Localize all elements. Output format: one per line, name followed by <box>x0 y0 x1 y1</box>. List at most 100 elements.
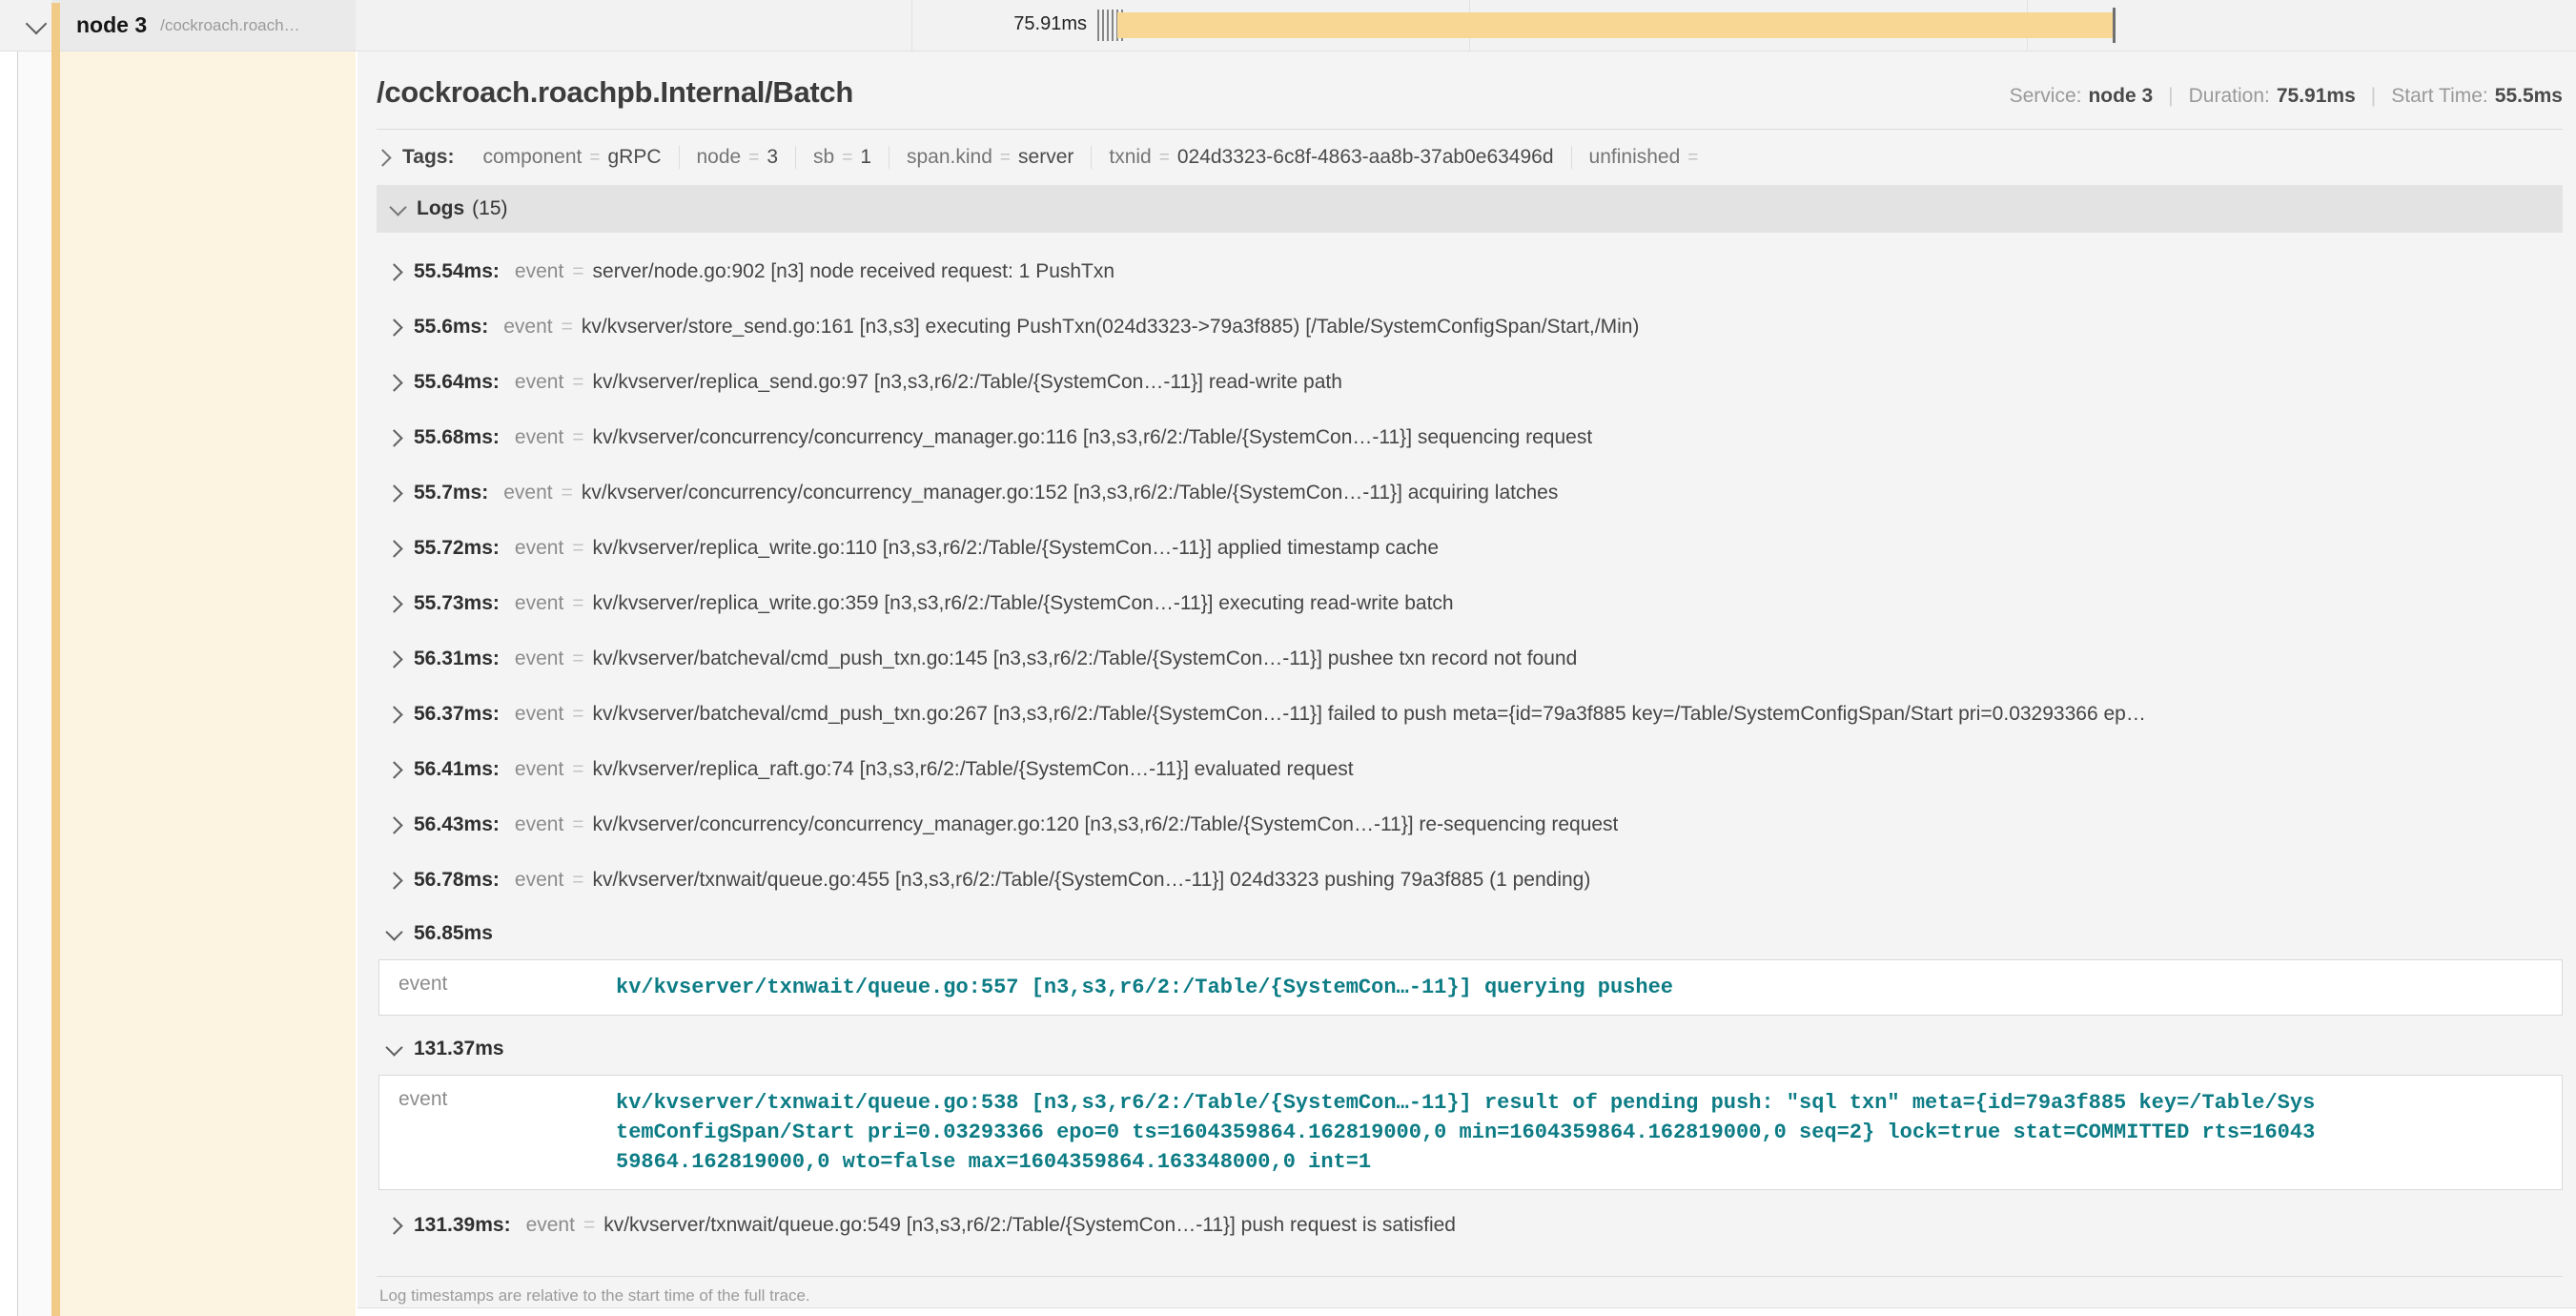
log-message: kv/kvserver/replica_write.go:110 [n3,s3,… <box>593 537 1440 560</box>
equals-sign: = <box>1687 148 1698 169</box>
tag-value: gRPC <box>607 146 661 169</box>
tag-key: unfinished <box>1589 146 1681 169</box>
span-service-name: node 3 <box>76 12 147 38</box>
tag-value: 3 <box>767 146 778 169</box>
tags-section-toggle[interactable]: Tags: component=gRPCnode=3sb=1span.kind=… <box>377 130 2563 179</box>
log-field-key: event <box>503 316 552 339</box>
chevron-right-icon[interactable] <box>385 429 402 446</box>
log-entry-expanded-toggle[interactable]: 131.37ms <box>377 1023 2563 1075</box>
logs-footer-note: Log timestamps are relative to the start… <box>377 1276 2563 1306</box>
log-entry-row[interactable]: 56.37ms:event=kv/kvserver/batcheval/cmd_… <box>377 687 2563 742</box>
tag-item: txnid=024d3323-6c8f-4863-aa8b-37ab0e6349… <box>1091 146 1570 169</box>
chevron-right-icon[interactable] <box>385 816 402 833</box>
log-entry-row[interactable]: 56.31ms:event=kv/kvserver/batcheval/cmd_… <box>377 631 2563 687</box>
chevron-down-icon[interactable] <box>385 923 402 940</box>
log-entry-expanded-toggle[interactable]: 56.85ms <box>377 908 2563 959</box>
log-message: kv/kvserver/store_send.go:161 [n3,s3] ex… <box>582 316 1640 339</box>
log-message: kv/kvserver/concurrency/concurrency_mana… <box>593 813 1619 836</box>
chevron-right-icon[interactable] <box>385 872 402 889</box>
log-timestamp: 55.64ms: <box>414 371 500 394</box>
log-message: kv/kvserver/concurrency/concurrency_mana… <box>582 482 1558 504</box>
tags-list: component=gRPCnode=3sb=1span.kind=server… <box>465 146 1723 169</box>
log-timestamp: 56.37ms: <box>414 703 500 726</box>
log-field-key: event <box>526 1214 575 1237</box>
equals-sign: = <box>572 813 583 836</box>
timeline-gridline <box>911 0 912 51</box>
chevron-right-icon[interactable] <box>385 484 402 502</box>
meta-divider: | <box>2371 85 2376 108</box>
log-entry-row[interactable]: 55.54ms:event=server/node.go:902 [n3] no… <box>377 244 2563 299</box>
collapse-span-chevron-icon[interactable] <box>26 13 48 35</box>
log-message: kv/kvserver/txnwait/queue.go:549 [n3,s3,… <box>603 1214 1456 1237</box>
log-field-key: event <box>515 813 563 836</box>
logs-count: (15) <box>472 197 507 220</box>
log-entry-row[interactable]: 56.41ms:event=kv/kvserver/replica_raft.g… <box>377 742 2563 797</box>
log-timestamp: 56.43ms: <box>414 813 500 836</box>
log-timestamp: 55.7ms: <box>414 482 488 504</box>
log-entry-row[interactable]: 55.72ms:event=kv/kvserver/replica_write.… <box>377 521 2563 576</box>
span-duration-label: 75.91ms <box>953 13 1087 35</box>
left-gutter <box>0 51 18 1316</box>
log-field-value: kv/kvserver/txnwait/queue.go:557 [n3,s3,… <box>616 973 1673 1002</box>
tag-value: server <box>1018 146 1073 169</box>
chevron-right-icon[interactable] <box>385 650 402 668</box>
span-detail-header: /cockroach.roachpb.Internal/Batch Servic… <box>377 75 2563 110</box>
log-timestamp: 56.31ms: <box>414 648 500 670</box>
equals-sign: = <box>572 869 583 892</box>
start-time-value: 55.5ms <box>2495 85 2563 108</box>
chevron-right-icon[interactable] <box>385 706 402 723</box>
log-message: kv/kvserver/replica_raft.go:74 [n3,s3,r6… <box>593 758 1354 781</box>
log-entry-row[interactable]: 55.68ms:event=kv/kvserver/concurrency/co… <box>377 410 2563 465</box>
duration-label: Duration: <box>2189 85 2270 108</box>
chevron-right-icon[interactable] <box>385 319 402 336</box>
chevron-right-icon[interactable] <box>385 1217 402 1234</box>
log-field-key: event <box>515 869 563 892</box>
service-label: Service: <box>2010 85 2082 108</box>
chevron-right-icon[interactable] <box>385 761 402 778</box>
log-entry-row[interactable]: 131.39ms: event = kv/kvserver/txnwait/queue… <box>377 1198 2563 1253</box>
chevron-down-icon[interactable] <box>385 1038 402 1056</box>
log-timestamp: 55.73ms: <box>414 592 500 615</box>
log-entry-row[interactable]: 56.43ms: event = kv/kvserver/concurrency/co… <box>377 797 2563 853</box>
tag-item: node=3 <box>679 146 796 169</box>
span-operation-name: /cockroach.roach… <box>160 16 299 35</box>
log-field-key: event <box>379 973 616 1002</box>
chevron-right-icon[interactable] <box>385 374 402 391</box>
log-timestamp: 55.72ms: <box>414 537 500 560</box>
equals-sign: = <box>562 482 573 504</box>
chevron-right-icon[interactable] <box>385 263 402 280</box>
tag-item: span.kind=server <box>889 146 1091 169</box>
tag-key: component <box>482 146 582 169</box>
log-entry-row[interactable]: 55.73ms:event=kv/kvserver/replica_write.… <box>377 576 2563 631</box>
tag-key: txnid <box>1109 146 1151 169</box>
log-timestamp: 55.54ms: <box>414 260 500 283</box>
span-end-marker <box>2113 8 2116 43</box>
log-list: 55.54ms:event=server/node.go:902 [n3] no… <box>377 244 2563 1253</box>
equals-sign: = <box>572 371 583 394</box>
log-message: kv/kvserver/txnwait/queue.go:455 [n3,s3,… <box>593 869 1591 892</box>
span-duration-bar[interactable] <box>1117 12 2113 38</box>
tag-item: unfinished = <box>1571 146 1724 169</box>
span-detail-panel: /cockroach.roachpb.Internal/Batch Servic… <box>358 46 2576 1308</box>
logs-section-toggle[interactable]: Logs (15) <box>377 185 2563 233</box>
log-timestamp: 131.39ms: <box>414 1214 511 1237</box>
log-entry-row[interactable]: 55.64ms:event=kv/kvserver/replica_send.g… <box>377 355 2563 410</box>
chevron-right-icon[interactable] <box>385 595 402 612</box>
chevron-right-icon[interactable] <box>374 149 391 166</box>
log-keyvalue-table: eventkv/kvserver/txnwait/queue.go:538 [n… <box>378 1075 2563 1190</box>
log-keyvalue-table: eventkv/kvserver/txnwait/queue.go:557 [n… <box>378 959 2563 1016</box>
left-gutter-inner <box>18 51 51 1316</box>
log-entry-row[interactable]: 56.78ms:event=kv/kvserver/txnwait/queue.… <box>377 853 2563 908</box>
chevron-right-icon[interactable] <box>385 540 402 557</box>
log-message: kv/kvserver/replica_write.go:359 [n3,s3,… <box>593 592 1454 615</box>
log-field-key: event <box>515 426 563 449</box>
log-entry-row[interactable]: 55.7ms:event=kv/kvserver/concurrency/con… <box>377 465 2563 521</box>
chevron-down-icon[interactable] <box>389 198 406 216</box>
tag-value: 1 <box>860 146 871 169</box>
log-value-line: kv/kvserver/txnwait/queue.go:557 [n3,s3,… <box>616 973 1673 1002</box>
log-entry-row[interactable]: 55.6ms:event=kv/kvserver/store_send.go:1… <box>377 299 2563 355</box>
log-field-key: event <box>379 1088 616 1177</box>
equals-sign: = <box>583 1214 595 1237</box>
span-name-cell[interactable]: node 3 /cockroach.roach… <box>51 0 356 51</box>
log-field-key: event <box>515 260 563 283</box>
